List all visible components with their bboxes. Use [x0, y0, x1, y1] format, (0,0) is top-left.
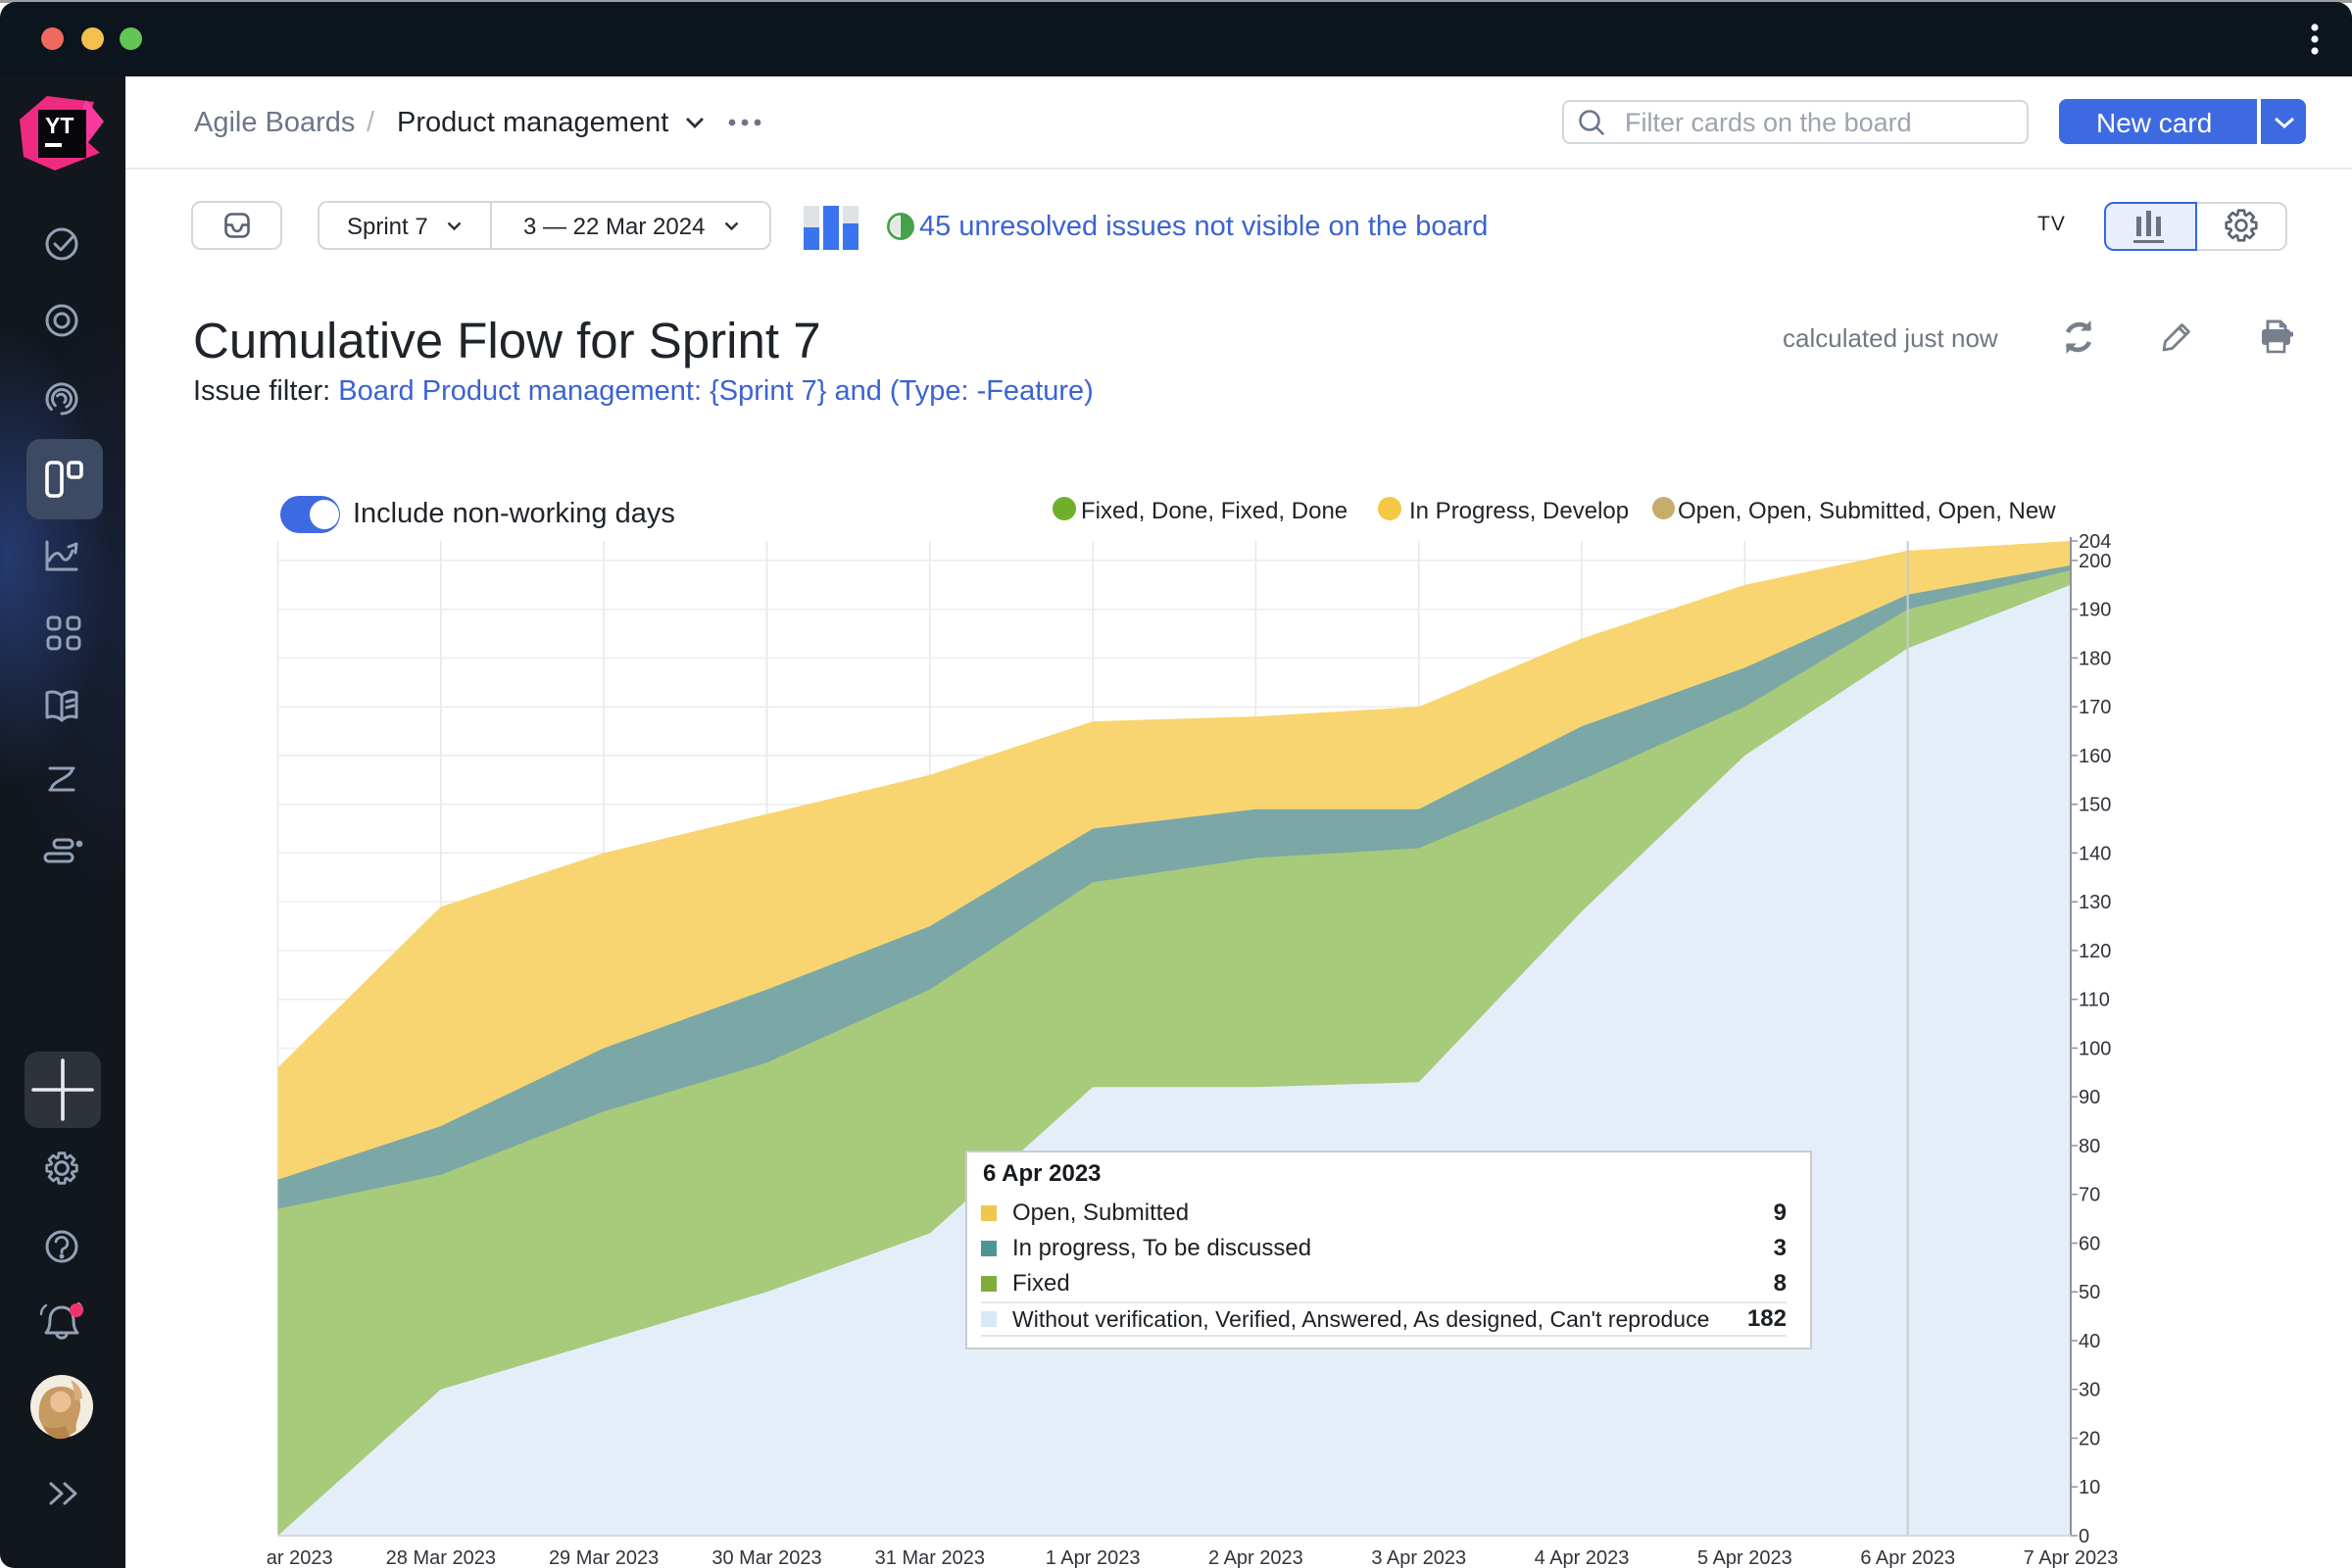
- svg-text:30 Mar 2023: 30 Mar 2023: [711, 1547, 821, 1568]
- svg-text:200: 200: [2079, 551, 2111, 572]
- svg-text:2 Apr 2023: 2 Apr 2023: [1208, 1547, 1303, 1568]
- svg-text:204: 204: [2079, 531, 2111, 553]
- svg-text:4 Apr 2023: 4 Apr 2023: [1535, 1547, 1630, 1568]
- svg-text:7 Apr 2023: 7 Apr 2023: [2024, 1547, 2119, 1568]
- svg-text:31 Mar 2023: 31 Mar 2023: [875, 1547, 985, 1568]
- svg-text:40: 40: [2079, 1331, 2100, 1352]
- svg-text:190: 190: [2079, 600, 2111, 621]
- svg-text:60: 60: [2079, 1234, 2100, 1255]
- svg-text:130: 130: [2079, 892, 2111, 913]
- svg-text:110: 110: [2079, 990, 2110, 1011]
- svg-text:28 Mar 2023: 28 Mar 2023: [386, 1547, 496, 1568]
- svg-text:5 Apr 2023: 5 Apr 2023: [1697, 1547, 1792, 1568]
- svg-text:29 Mar 2023: 29 Mar 2023: [549, 1547, 659, 1568]
- svg-text:50: 50: [2079, 1282, 2100, 1303]
- svg-text:27 Mar 2023: 27 Mar 2023: [222, 1547, 332, 1568]
- svg-text:20: 20: [2079, 1429, 2100, 1450]
- svg-text:6 Apr 2023: 6 Apr 2023: [1860, 1547, 1955, 1568]
- svg-text:30: 30: [2079, 1380, 2100, 1401]
- svg-text:100: 100: [2079, 1039, 2111, 1060]
- svg-text:180: 180: [2079, 648, 2111, 669]
- svg-text:10: 10: [2079, 1477, 2100, 1498]
- svg-text:0: 0: [2079, 1526, 2089, 1547]
- svg-text:120: 120: [2079, 941, 2111, 962]
- svg-text:1 Apr 2023: 1 Apr 2023: [1046, 1547, 1141, 1568]
- svg-text:70: 70: [2079, 1185, 2100, 1206]
- svg-text:140: 140: [2079, 843, 2111, 864]
- svg-text:3 Apr 2023: 3 Apr 2023: [1371, 1547, 1466, 1568]
- svg-text:90: 90: [2079, 1087, 2100, 1108]
- svg-text:80: 80: [2079, 1136, 2100, 1157]
- svg-text:160: 160: [2079, 746, 2111, 767]
- svg-text:170: 170: [2079, 697, 2111, 718]
- svg-text:150: 150: [2079, 795, 2111, 816]
